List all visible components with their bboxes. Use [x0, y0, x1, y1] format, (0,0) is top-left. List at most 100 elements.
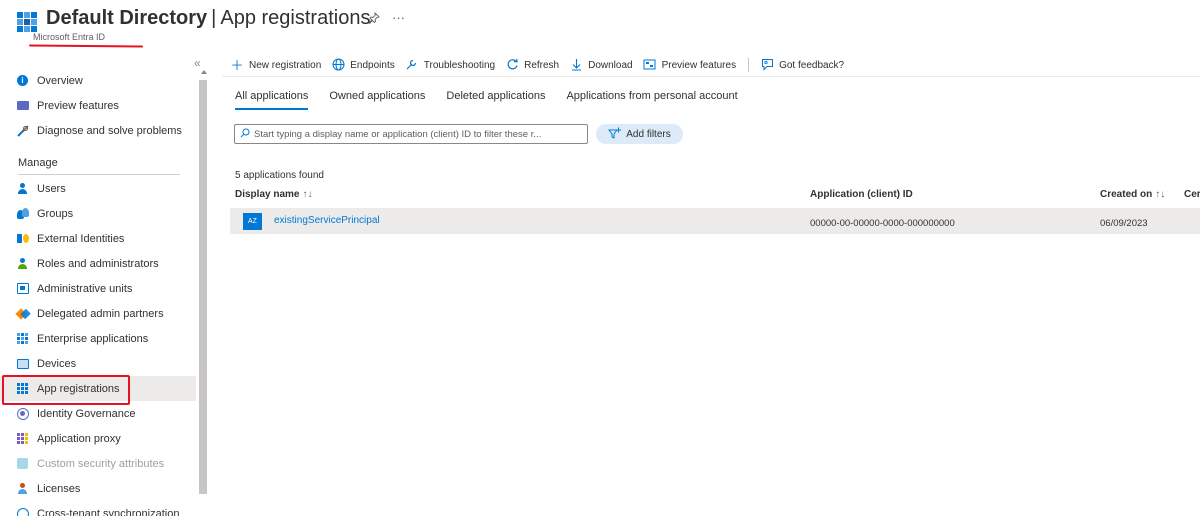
column-header-created-on[interactable]: Created on ↑↓: [1100, 189, 1165, 200]
sidebar-item-preview-features[interactable]: Preview features: [0, 93, 196, 118]
delegated-icon: [16, 307, 29, 320]
sidebar-item-roles[interactable]: Roles and administrators: [0, 251, 196, 276]
enterprise-apps-icon: [16, 332, 29, 345]
column-label: Cer: [1184, 189, 1200, 200]
sidebar-item-users[interactable]: Users: [0, 176, 196, 201]
app-name-link[interactable]: existingServicePrincipal: [274, 215, 380, 226]
tab-deleted-applications[interactable]: Deleted applications: [446, 90, 545, 110]
app-tabs: All applications Owned applications Dele…: [235, 90, 759, 110]
sidebar-item-diagnose[interactable]: Diagnose and solve problems: [0, 118, 196, 143]
add-filters-button[interactable]: Add filters: [596, 124, 683, 144]
download-icon: [569, 58, 583, 73]
sidebar-item-label: Preview features: [37, 99, 119, 112]
sidebar-item-devices[interactable]: Devices: [0, 351, 196, 376]
sidebar-item-label: Cross-tenant synchronization: [37, 507, 180, 516]
sidebar-item-label: Administrative units: [37, 282, 133, 295]
sidebar-item-custom-security-attributes[interactable]: Custom security attributes: [0, 451, 196, 476]
filter-search-box[interactable]: [234, 124, 588, 144]
title-separator: |: [211, 7, 217, 29]
wrench-icon: [16, 124, 29, 137]
groups-icon: [16, 207, 29, 220]
sidebar-item-label: Enterprise applications: [37, 332, 149, 345]
toolbar-divider-line: [222, 76, 1200, 77]
new-registration-label: New registration: [249, 59, 322, 71]
devices-icon: [16, 357, 29, 370]
refresh-button[interactable]: Refresh: [505, 58, 559, 73]
sidebar-item-application-proxy[interactable]: Application proxy: [0, 426, 196, 451]
got-feedback-label: Got feedback?: [779, 59, 845, 71]
wrench-icon: [405, 58, 419, 73]
sort-icon[interactable]: ↑↓: [302, 189, 312, 200]
licenses-icon: [16, 482, 29, 495]
sidebar-item-licenses[interactable]: Licenses: [0, 476, 196, 501]
blade-name: App registrations: [220, 7, 371, 29]
sort-icon[interactable]: ↑↓: [1155, 189, 1165, 200]
got-feedback-button[interactable]: Got feedback?: [760, 58, 844, 73]
toolbar-divider: [748, 58, 750, 72]
download-label: Download: [588, 59, 633, 71]
column-label: Application (client) ID: [810, 189, 913, 200]
search-input[interactable]: [254, 128, 584, 140]
section-divider: [18, 174, 180, 175]
more-options-icon[interactable]: ···: [392, 10, 405, 25]
sidebar-item-cross-tenant-sync[interactable]: Cross-tenant synchronization: [0, 501, 196, 516]
sidebar-item-label: Custom security attributes: [37, 457, 165, 470]
troubleshooting-button[interactable]: Troubleshooting: [405, 58, 495, 73]
preview-features-button[interactable]: Preview features: [643, 58, 736, 73]
sidebar-item-label: Users: [37, 182, 66, 195]
add-filter-icon: [608, 127, 622, 142]
tab-owned-applications[interactable]: Owned applications: [329, 90, 425, 110]
sidebar-item-label: App registrations: [37, 382, 120, 395]
globe-icon: [331, 58, 345, 73]
column-header-display-name[interactable]: Display name ↑↓: [235, 189, 312, 200]
sidebar-item-label: Roles and administrators: [37, 257, 159, 270]
section-manage: Manage: [18, 157, 58, 169]
sidebar-item-external-identities[interactable]: External Identities: [0, 226, 196, 251]
table-row[interactable]: AZ existingServicePrincipal 00000-00-000…: [230, 208, 1200, 234]
sidebar-item-label: Devices: [37, 357, 77, 370]
app-avatar: AZ: [243, 213, 262, 230]
refresh-label: Refresh: [524, 59, 560, 71]
sidebar-item-label: Identity Governance: [37, 407, 136, 420]
results-count: 5 applications found: [235, 170, 324, 181]
sidebar-item-label: Diagnose and solve problems: [37, 124, 182, 137]
user-icon: [16, 182, 29, 195]
admin-units-icon: [16, 282, 29, 295]
sidebar-item-identity-governance[interactable]: Identity Governance: [0, 401, 196, 426]
sidebar-item-label: Application proxy: [37, 432, 121, 445]
preview-features-label: Preview features: [661, 59, 737, 71]
column-header-certificates[interactable]: Cer: [1184, 189, 1200, 200]
sidebar-item-groups[interactable]: Groups: [0, 201, 196, 226]
preview-icon: [16, 99, 29, 112]
external-identities-icon: [16, 232, 29, 245]
pin-icon[interactable]: [368, 11, 380, 27]
sidebar-item-label: External Identities: [37, 232, 125, 245]
tab-personal-account-applications[interactable]: Applications from personal account: [566, 90, 737, 110]
column-label: Created on: [1100, 189, 1153, 200]
sidebar-item-enterprise-apps[interactable]: Enterprise applications: [0, 326, 196, 351]
directory-name: Default Directory: [46, 7, 208, 29]
endpoints-button[interactable]: Endpoints: [331, 58, 395, 73]
column-header-application-id[interactable]: Application (client) ID: [810, 189, 913, 200]
page-subtitle: Microsoft Entra ID: [33, 32, 106, 42]
download-button[interactable]: Download: [569, 58, 633, 73]
sidebar-item-overview[interactable]: i Overview: [0, 68, 196, 93]
plus-icon: ＋: [230, 57, 244, 73]
roles-icon: [16, 257, 29, 270]
scrollbar-thumb[interactable]: [199, 80, 207, 494]
sidebar-item-app-registrations[interactable]: App registrations: [0, 376, 196, 401]
custom-attributes-icon: [16, 457, 29, 470]
tab-all-applications[interactable]: All applications: [235, 90, 309, 110]
sidebar-item-delegated-admin[interactable]: Delegated admin partners: [0, 301, 196, 326]
annotation-underline: [28, 44, 144, 48]
sidebar-item-label: Groups: [37, 207, 74, 220]
app-registrations-icon: [16, 382, 29, 395]
scroll-up-arrow-icon[interactable]: [201, 70, 207, 74]
feedback-icon: [760, 58, 774, 73]
new-registration-button[interactable]: ＋ New registration: [230, 59, 321, 72]
sidebar: « i Overview Preview features Diagnose a…: [0, 56, 210, 516]
sidebar-item-admin-units[interactable]: Administrative units: [0, 276, 196, 301]
page-title: Default Directory | App registrations: [46, 7, 370, 30]
cross-tenant-icon: [16, 507, 29, 516]
identity-governance-icon: [16, 407, 29, 420]
